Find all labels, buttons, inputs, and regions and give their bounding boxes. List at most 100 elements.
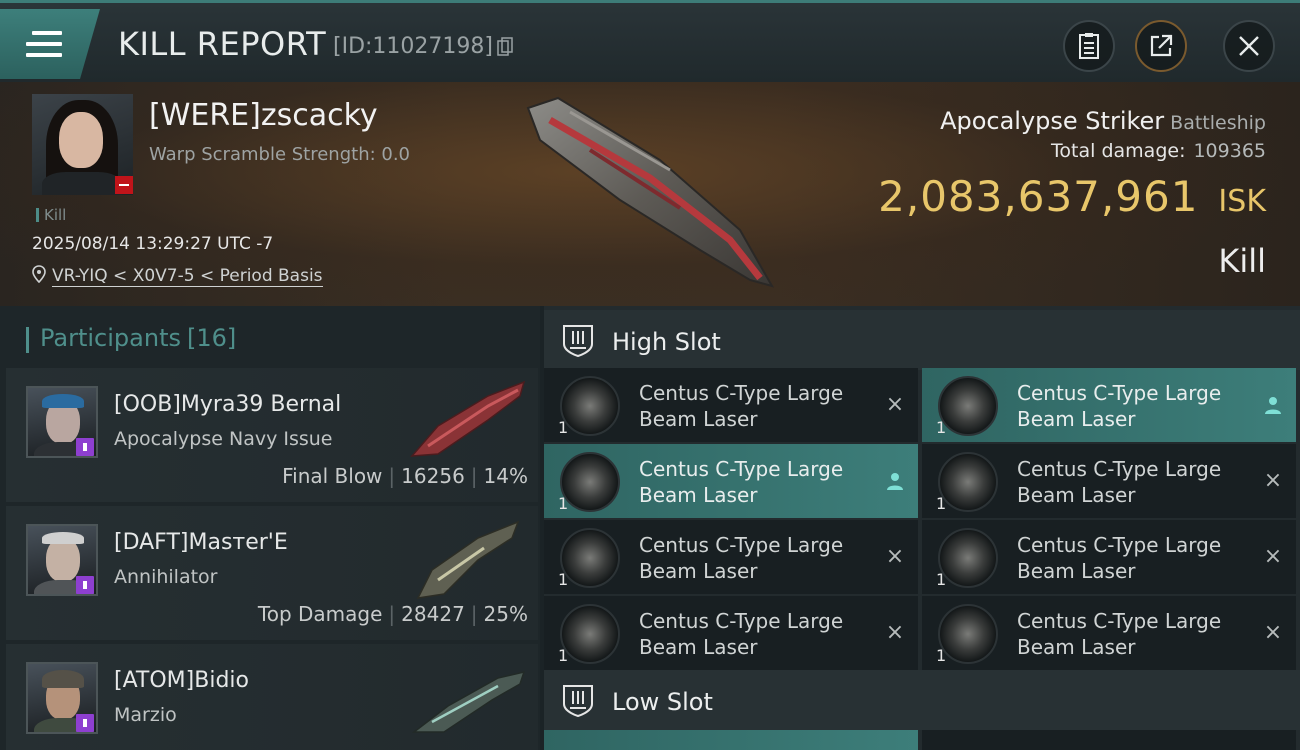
kill-location[interactable]: VR-YIQ < X0V7-5 < Period Basis <box>32 265 323 287</box>
participant-percent: 14% <box>483 464 528 488</box>
laser-module-icon <box>938 452 998 512</box>
dropped-person-icon <box>1265 397 1281 414</box>
module-name: Centus C-Type Large Beam Laser <box>1017 457 1222 507</box>
clipboard-icon <box>1079 33 1099 59</box>
participants-count: [16] <box>186 324 237 352</box>
total-damage: Total damage: 109365 <box>1051 140 1266 162</box>
module-qty: 1 <box>936 646 947 665</box>
participant-damage: 16256 <box>401 464 465 488</box>
high-slot-icon <box>563 325 593 358</box>
destroyed-x-icon: × <box>1263 544 1283 569</box>
module-name: Centus C-Type Large Beam Laser <box>1017 609 1222 659</box>
destroyed-x-icon: × <box>885 392 905 417</box>
laser-module-icon <box>560 376 620 436</box>
destroyed-x-icon: × <box>885 620 905 645</box>
module-item[interactable]: 1 Centus C-Type Large Beam Laser × <box>544 368 918 442</box>
isk-value: 2,083,637,961 <box>878 172 1199 221</box>
module-name: Centus C-Type Large Beam Laser <box>1017 381 1222 431</box>
module-item[interactable] <box>544 730 918 750</box>
module-item[interactable]: 1 Centus C-Type Large Beam Laser × <box>922 520 1296 594</box>
participant-ship: Annihilator <box>114 566 218 588</box>
participant-ship-image <box>416 520 520 599</box>
high-slot-header: High Slot <box>544 310 1300 370</box>
participant-stats: Top Damage | 28427 | 25% <box>257 602 528 626</box>
module-qty: 1 <box>558 494 569 513</box>
participant-ship: Marzio <box>114 704 177 726</box>
isk-value-row: 2,083,637,961 ISK <box>878 172 1266 221</box>
low-slot-icon <box>563 685 593 718</box>
module-item[interactable]: 1 Centus C-Type Large Beam Laser × <box>544 596 918 670</box>
report-id: [ID:11027198] <box>333 34 493 59</box>
fitting-panel: High Slot 1 Centus C-Type Large Beam Las… <box>544 306 1300 750</box>
participant-card[interactable]: [ATOM]Bidio Marzio <box>6 644 538 750</box>
isk-unit: ISK <box>1218 184 1266 219</box>
laser-module-icon <box>560 452 620 512</box>
kill-date: 2025/08/14 13:29:27 UTC -7 <box>32 234 274 254</box>
victim-name[interactable]: [WERE]zscacky <box>149 98 378 133</box>
clipboard-button[interactable] <box>1063 20 1115 72</box>
share-icon <box>1150 34 1173 57</box>
module-qty: 1 <box>558 570 569 589</box>
laser-module-icon <box>560 604 620 664</box>
corp-badge-icon <box>76 438 94 456</box>
module-name: Centus C-Type Large Beam Laser <box>639 609 844 659</box>
close-icon <box>1239 36 1259 56</box>
copy-icon[interactable] <box>497 37 513 57</box>
victim-ship-name[interactable]: Apocalypse Striker Battleship <box>940 107 1266 135</box>
laser-module-icon <box>938 528 998 588</box>
participants-panel: Participants [16] [OOB]Myra39 Bernal Apoc… <box>0 306 540 750</box>
module-name: Centus C-Type Large Beam Laser <box>1017 533 1222 583</box>
total-damage-value: 109365 <box>1193 140 1266 162</box>
ship-name-text: Apocalypse Striker <box>940 107 1165 135</box>
warp-scramble-strength: Warp Scramble Strength: 0.0 <box>149 144 411 165</box>
module-item[interactable]: 1 Centus C-Type Large Beam Laser × <box>922 596 1296 670</box>
participant-stats: Final Blow | 16256 | 14% <box>282 464 528 488</box>
module-qty: 1 <box>558 418 569 437</box>
destroyed-x-icon: × <box>1263 468 1283 493</box>
participant-card[interactable]: [OOB]Myra39 Bernal Apocalypse Navy Issue… <box>6 368 538 502</box>
header-bar: KILL REPORT [ID:11027198] <box>0 0 1300 82</box>
corp-badge-icon <box>76 714 94 732</box>
participant-ship-image <box>410 380 526 457</box>
close-button[interactable] <box>1223 20 1275 72</box>
ship-class: Battleship <box>1170 112 1266 134</box>
module-item[interactable] <box>922 730 1296 750</box>
module-name: Centus C-Type Large Beam Laser <box>639 381 844 431</box>
participant-name[interactable]: [OOB]Myra39 Bernal <box>114 392 341 417</box>
total-damage-label: Total damage: <box>1051 140 1186 162</box>
module-qty: 1 <box>936 570 947 589</box>
share-button[interactable] <box>1135 20 1187 72</box>
hostile-badge-icon <box>115 176 133 194</box>
kill-result: Kill <box>1218 242 1266 280</box>
location-pin-icon <box>32 265 46 284</box>
laser-module-icon <box>938 604 998 664</box>
dropped-person-icon <box>887 473 903 490</box>
module-name: Centus C-Type Large Beam Laser <box>639 533 844 583</box>
laser-module-icon <box>560 528 620 588</box>
victim-banner: [WERE]zscacky Warp Scramble Strength: 0.… <box>0 82 1300 306</box>
participant-ship-image <box>411 670 526 733</box>
module-item[interactable]: 1 Centus C-Type Large Beam Laser × <box>544 520 918 594</box>
participant-name[interactable]: [DAFT]Masтer'E <box>114 530 288 555</box>
location-text[interactable]: VR-YIQ < X0V7-5 < Period Basis <box>52 266 323 287</box>
victim-ship-image <box>526 96 775 288</box>
participant-role: Final Blow <box>282 464 383 488</box>
kill-tag: Kill <box>36 206 66 224</box>
participant-percent: 25% <box>483 602 528 626</box>
participant-ship: Apocalypse Navy Issue <box>114 428 333 450</box>
participant-name[interactable]: [ATOM]Bidio <box>114 668 249 693</box>
module-item[interactable]: 1 Centus C-Type Large Beam Laser <box>544 444 918 518</box>
destroyed-x-icon: × <box>1263 620 1283 645</box>
low-slot-header: Low Slot <box>544 670 1300 730</box>
participant-damage: 28427 <box>401 602 465 626</box>
page-title: KILL REPORT <box>118 25 327 63</box>
participant-card[interactable]: [DAFT]Masтer'E Annihilator Top Damage | 28… <box>6 506 538 640</box>
corp-badge-icon <box>76 576 94 594</box>
menu-button[interactable] <box>0 9 100 79</box>
low-slot-title: Low Slot <box>612 688 713 716</box>
laser-module-icon <box>938 376 998 436</box>
module-item[interactable]: 1 Centus C-Type Large Beam Laser <box>922 368 1296 442</box>
participant-role: Top Damage <box>257 602 383 626</box>
destroyed-x-icon: × <box>885 544 905 569</box>
module-item[interactable]: 1 Centus C-Type Large Beam Laser × <box>922 444 1296 518</box>
